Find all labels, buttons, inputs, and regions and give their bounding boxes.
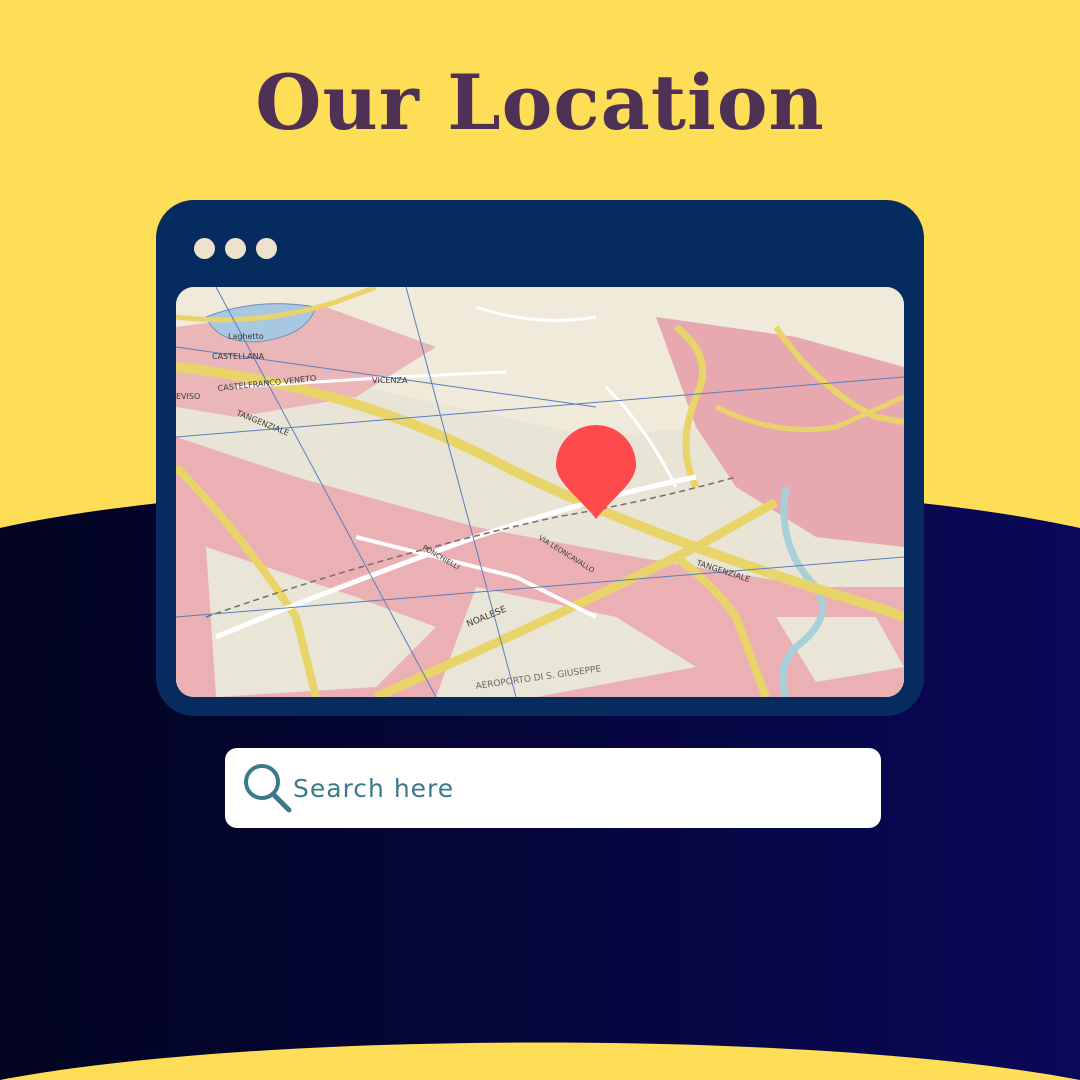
map-image: Laghetto CASTELLANA CASTELFRANCO VENETO … — [176, 287, 904, 697]
search-icon[interactable] — [239, 760, 297, 818]
map-label: EVISO — [176, 392, 200, 401]
window-dot[interactable] — [256, 238, 277, 259]
search-input[interactable] — [293, 762, 853, 814]
search-bar[interactable] — [225, 748, 881, 828]
window-controls — [194, 238, 277, 259]
page-title: Our Location — [255, 58, 825, 147]
map-label: CASTELLANA — [212, 352, 265, 361]
map-label: VICENZA — [372, 376, 408, 385]
window-dot[interactable] — [225, 238, 246, 259]
map-view[interactable]: Laghetto CASTELLANA CASTELFRANCO VENETO … — [176, 287, 904, 697]
browser-window: Laghetto CASTELLANA CASTELFRANCO VENETO … — [156, 200, 924, 716]
map-label: Laghetto — [228, 332, 264, 341]
window-dot[interactable] — [194, 238, 215, 259]
